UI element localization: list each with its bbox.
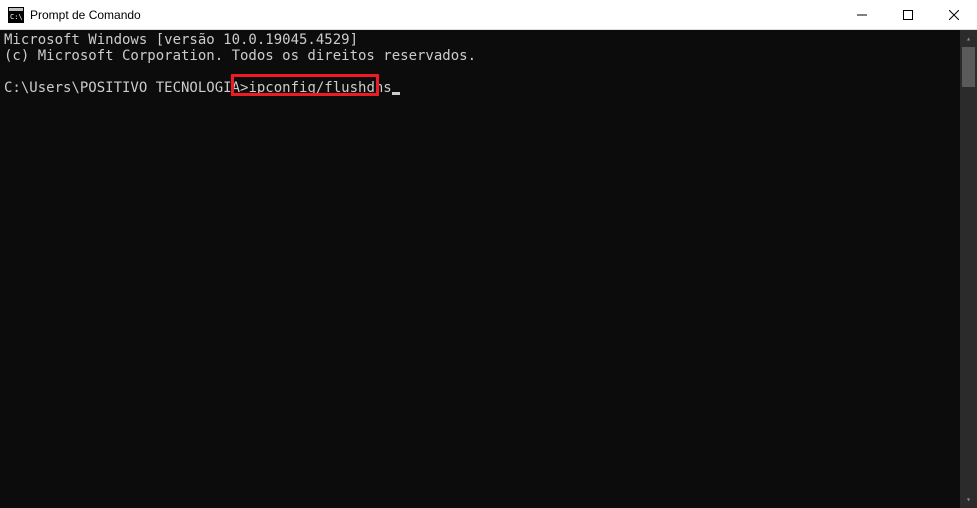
terminal-command: ipconfig/flushdns bbox=[248, 80, 391, 96]
cursor bbox=[392, 92, 400, 95]
maximize-button[interactable] bbox=[885, 0, 931, 29]
cmd-icon: C:\ bbox=[8, 7, 24, 23]
terminal-line: Microsoft Windows [versão 10.0.19045.452… bbox=[4, 32, 358, 48]
scroll-down-icon[interactable]: ▾ bbox=[960, 491, 977, 508]
scroll-up-icon[interactable]: ▴ bbox=[960, 30, 977, 47]
svg-text:C:\: C:\ bbox=[10, 13, 23, 21]
minimize-button[interactable] bbox=[839, 0, 885, 29]
terminal-content[interactable]: Microsoft Windows [versão 10.0.19045.452… bbox=[0, 30, 960, 508]
window-title: Prompt de Comando bbox=[30, 8, 839, 22]
close-button[interactable] bbox=[931, 0, 977, 29]
terminal-area: Microsoft Windows [versão 10.0.19045.452… bbox=[0, 30, 977, 508]
scroll-thumb[interactable] bbox=[962, 47, 975, 87]
titlebar: C:\ Prompt de Comando bbox=[0, 0, 977, 30]
terminal-prompt: C:\Users\POSITIVO TECNOLOGIA> bbox=[4, 80, 248, 96]
window-controls bbox=[839, 0, 977, 29]
terminal-line: (c) Microsoft Corporation. Todos os dire… bbox=[4, 48, 476, 64]
scrollbar[interactable]: ▴ ▾ bbox=[960, 30, 977, 508]
